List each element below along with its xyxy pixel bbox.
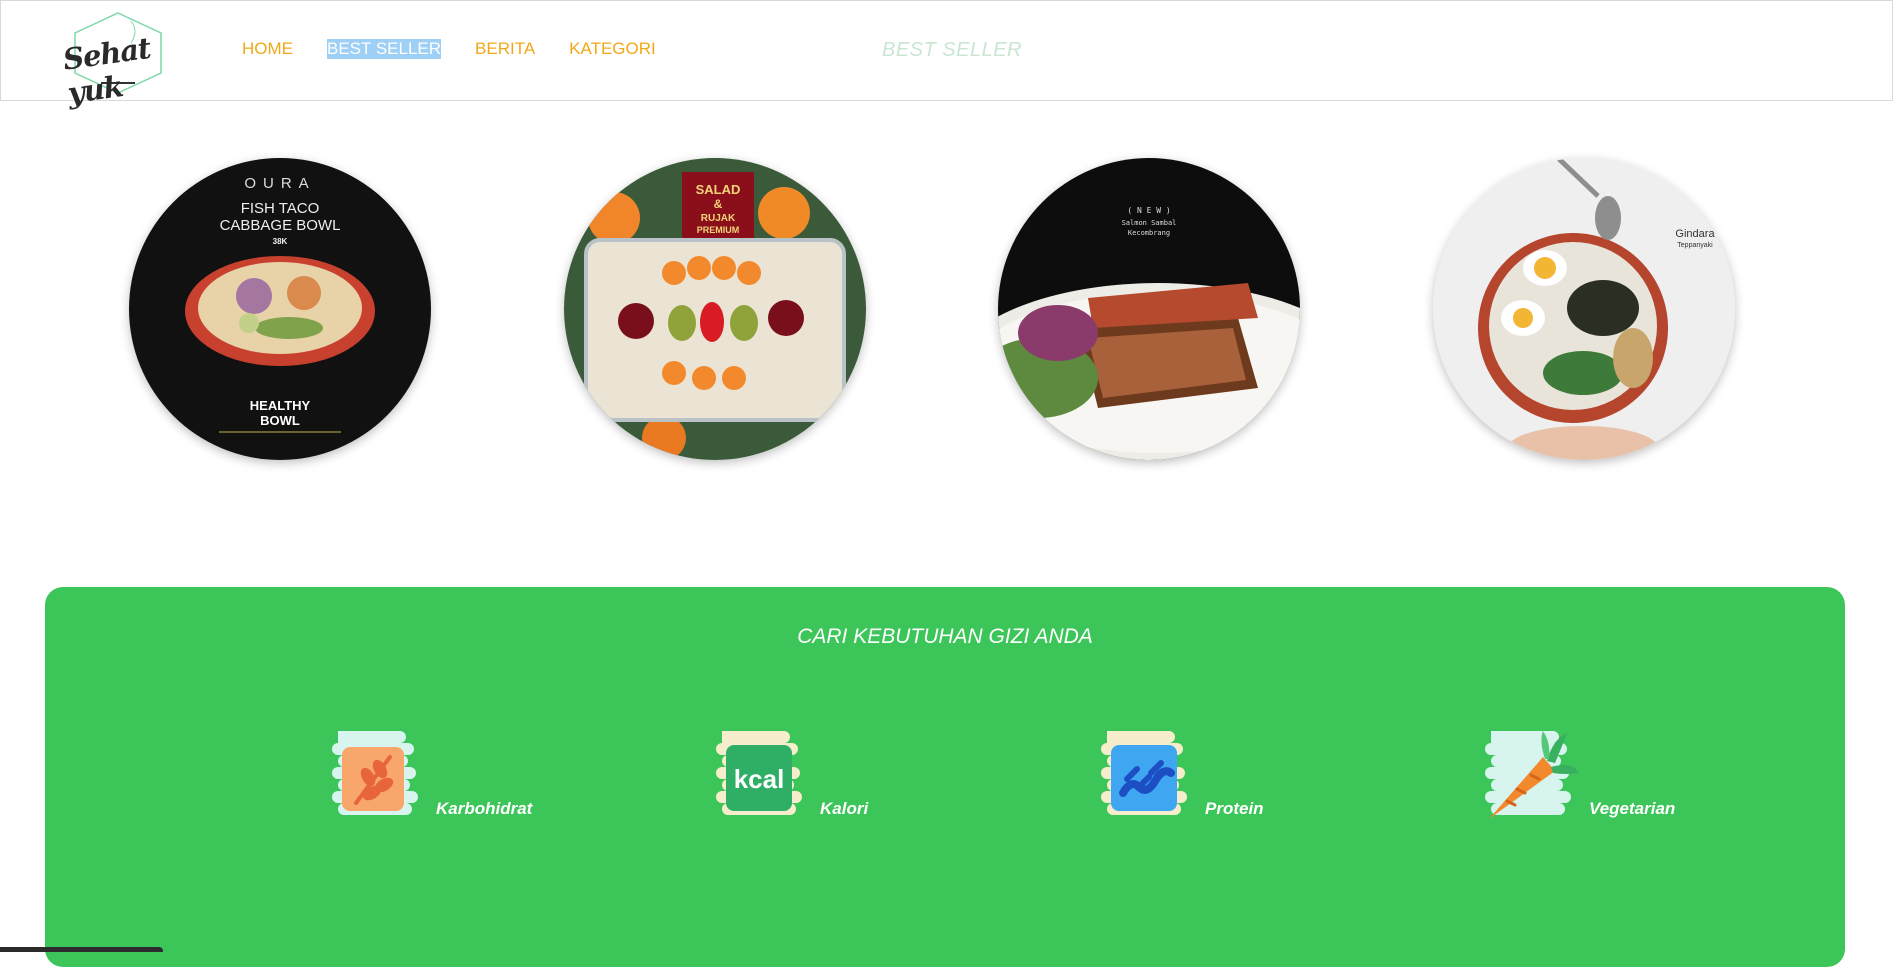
photo-tag: ( N E W ) bbox=[1127, 206, 1170, 215]
photo-brand-text: OURA bbox=[244, 175, 315, 192]
best-seller-item-fish-taco[interactable]: OURA FISH TACO CABBAGE BOWL 38K HEALTHY … bbox=[129, 158, 431, 460]
photo-footer-line1: HEALTHY bbox=[250, 398, 311, 413]
photo-footer-line2: BOWL bbox=[260, 413, 300, 428]
rice-bowl-photo: Gindara Teppanyaki bbox=[1433, 158, 1735, 460]
carrot-icon bbox=[1477, 727, 1581, 827]
protein-helix-icon bbox=[1093, 727, 1197, 827]
fish-taco-bowl-photo: OURA FISH TACO CABBAGE BOWL 38K HEALTHY … bbox=[129, 158, 431, 460]
category-karbohidrat[interactable]: Karbohidrat bbox=[324, 727, 532, 827]
nav-best-seller[interactable]: BEST SELLER bbox=[327, 39, 442, 59]
photo-name-line2: Kecombrang bbox=[1128, 229, 1170, 237]
site-header: Sehat yuk HOME BEST SELLER BERITA KATEGO… bbox=[0, 0, 1893, 110]
photo-brand-line1: Gindara bbox=[1675, 228, 1715, 240]
salmon-plate-photo: ( N E W ) Salmon Sambal Kecombrang bbox=[998, 158, 1300, 460]
kcal-icon-text: kcal bbox=[734, 764, 785, 794]
photo-brand-line2: Teppanyaki bbox=[1677, 242, 1713, 249]
main-nav: HOME BEST SELLER BERITA KATEGORI bbox=[242, 39, 656, 59]
category-label: Protein bbox=[1205, 799, 1264, 818]
category-vegetarian[interactable]: Vegetarian bbox=[1477, 727, 1675, 827]
nutrition-panel: CARI KEBUTUHAN GIZI ANDA Karbohidrat kca… bbox=[45, 587, 1845, 967]
photo-badge-line2: & bbox=[714, 197, 723, 211]
wheat-icon bbox=[324, 727, 428, 827]
best-seller-item-rice-bowl[interactable]: Gindara Teppanyaki bbox=[1433, 158, 1735, 460]
photo-badge-line4: PREMIUM bbox=[697, 225, 740, 235]
photo-badge-line1: SALAD bbox=[696, 182, 741, 197]
best-seller-item-salad[interactable]: SALAD & RUJAK PREMIUM bbox=[564, 158, 866, 460]
category-label: Kalori bbox=[820, 799, 869, 818]
faded-section-title: BEST SELLER bbox=[882, 39, 1023, 61]
best-seller-item-salmon[interactable]: ( N E W ) Salmon Sambal Kecombrang bbox=[998, 158, 1300, 460]
bottom-status-bar bbox=[0, 947, 163, 952]
nav-home[interactable]: HOME bbox=[242, 39, 293, 59]
nav-berita[interactable]: BERITA bbox=[475, 39, 535, 59]
salad-box-photo: SALAD & RUJAK PREMIUM bbox=[564, 158, 866, 460]
category-kalori[interactable]: kcal Kalori bbox=[708, 727, 868, 827]
category-protein[interactable]: Protein bbox=[1093, 727, 1264, 827]
photo-badge-line3: RUJAK bbox=[701, 213, 736, 224]
kcal-icon: kcal bbox=[708, 727, 812, 827]
sehat-yuk-logo[interactable]: Sehat yuk bbox=[61, 11, 176, 110]
logo-text: Sehat yuk bbox=[60, 30, 153, 111]
photo-name-line1: Salmon Sambal bbox=[1122, 219, 1177, 227]
photo-title-line1: FISH TACO bbox=[241, 200, 320, 217]
category-label: Karbohidrat bbox=[436, 799, 533, 818]
category-label: Vegetarian bbox=[1589, 799, 1676, 818]
nav-kategori[interactable]: KATEGORI bbox=[569, 39, 656, 59]
photo-price: 38K bbox=[273, 237, 288, 246]
nutrition-panel-title: CARI KEBUTUHAN GIZI ANDA bbox=[797, 625, 1093, 648]
photo-title-line2: CABBAGE BOWL bbox=[220, 217, 341, 234]
